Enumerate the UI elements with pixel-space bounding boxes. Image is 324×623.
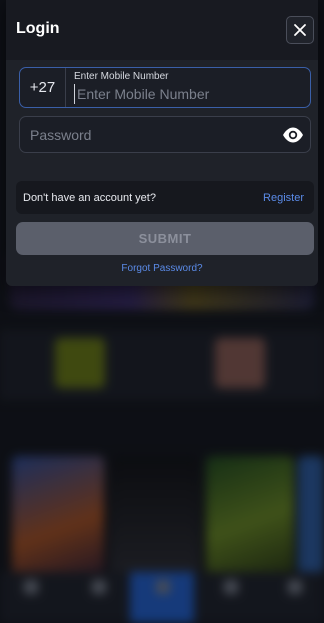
- no-account-text: Don't have an account yet?: [23, 192, 156, 204]
- mobile-number-input[interactable]: [74, 84, 304, 104]
- register-link[interactable]: Register: [263, 192, 304, 204]
- password-field[interactable]: [19, 116, 311, 153]
- password-input[interactable]: [30, 125, 270, 145]
- show-password-button[interactable]: [282, 126, 304, 144]
- eye-icon: [283, 127, 303, 143]
- submit-button[interactable]: SUBMIT: [16, 222, 314, 255]
- login-panel: Login +27 Enter Mobile Number Don't have…: [6, 0, 318, 286]
- close-icon: [294, 24, 306, 36]
- register-prompt: Don't have an account yet? Register: [16, 181, 314, 214]
- mobile-number-label: Enter Mobile Number: [74, 71, 169, 82]
- login-title: Login: [16, 20, 60, 37]
- login-header: Login: [6, 0, 318, 60]
- forgot-password-link[interactable]: Forgot Password?: [6, 263, 318, 274]
- close-button[interactable]: [286, 16, 314, 44]
- mobile-number-field[interactable]: +27 Enter Mobile Number: [19, 67, 311, 108]
- country-code-prefix[interactable]: +27: [20, 68, 66, 107]
